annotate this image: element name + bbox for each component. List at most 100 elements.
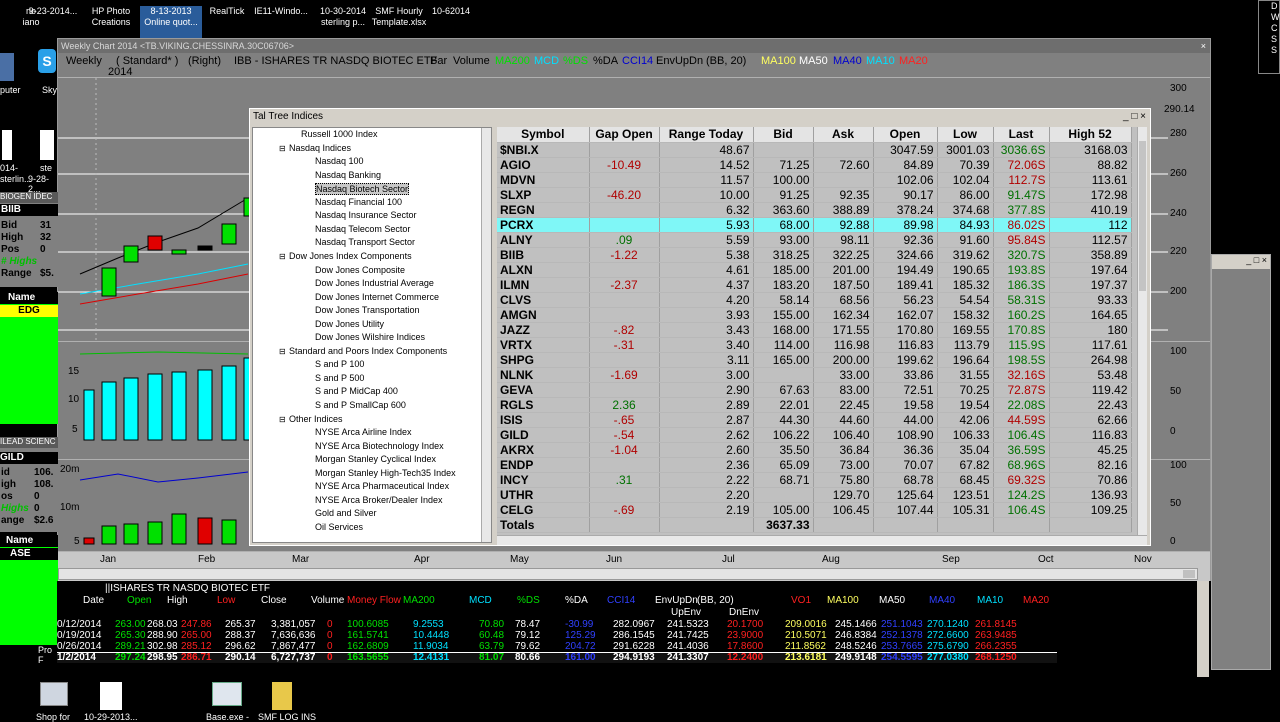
table-row[interactable]: UTHR 2.20 129.70 125.64 123.51 124.2S 136.93: [497, 487, 1132, 503]
desktop-icon-file[interactable]: 10-29-2013...: [84, 680, 140, 722]
table-row[interactable]: VRTX -.31 3.40 114.00 116.98 116.83 113.79 115.…: [497, 337, 1132, 353]
scan-row[interactable]: ASE: [0, 548, 58, 560]
tree-item[interactable]: NYSE Arca Pharmaceutical Index: [315, 481, 449, 491]
tree-item[interactable]: Dow Jones Composite: [315, 265, 405, 275]
background-window[interactable]: _ □ ×: [1211, 254, 1271, 670]
table-row[interactable]: MDVN 11.57 100.00 102.06 102.04 112.7S 113.61: [497, 172, 1132, 188]
table-row[interactable]: JAZZ -.82 3.43 168.00 171.55 170.80 169.55 170.…: [497, 322, 1132, 338]
tree-item[interactable]: Morgan Stanley Cyclical Index: [315, 454, 436, 464]
table-row[interactable]: CELG -.69 2.19 105.00 106.45 107.44 105.31 106.…: [497, 502, 1132, 518]
tree-expander-icon[interactable]: ⊟: [279, 415, 286, 424]
window-controls[interactable]: _ □ ×: [1212, 255, 1270, 269]
da-label[interactable]: %DA: [593, 55, 618, 67]
period-label[interactable]: Weekly: [66, 55, 102, 67]
table-row[interactable]: $NBI.X 48.67 3047.59 3001.03 3036.6S 3168.03: [497, 142, 1132, 158]
desktop-icon[interactable]: HP Photo Creations: [80, 6, 142, 40]
tree-item[interactable]: S and P 100: [315, 359, 364, 369]
table-row[interactable]: SLXP -46.20 10.00 91.25 92.35 90.17 86.00 91.47…: [497, 187, 1132, 203]
tree-item[interactable]: Morgan Stanley High-Tech35 Index: [315, 468, 456, 478]
scrollbar-thumb[interactable]: [1139, 141, 1146, 291]
table-row[interactable]: ALXN 4.61 185.00 201.00 194.49 190.65 193.8S 19…: [497, 262, 1132, 278]
table-row[interactable]: ILMN -2.37 4.37 183.20 187.50 189.41 185.32 186…: [497, 277, 1132, 293]
tree-item[interactable]: Nasdaq Banking: [315, 170, 381, 180]
desktop-icon[interactable]: 10-30-2014 sterling p...: [312, 6, 374, 40]
column-header[interactable]: Gap Open: [589, 127, 660, 143]
table-row[interactable]: GEVA 2.90 67.63 83.00 72.51 70.25 72.87S 119.42: [497, 382, 1132, 398]
tree-item[interactable]: Nasdaq 100: [315, 156, 364, 166]
scan-row[interactable]: EDG: [0, 305, 58, 317]
index-tree[interactable]: Russell 1000 Index Nasdaq Indices ⊟ Nasdaq …: [252, 127, 492, 543]
volume-label[interactable]: Volume: [453, 55, 490, 67]
document-icon[interactable]: [40, 130, 54, 160]
table-row[interactable]: BIIB -1.22 5.38 318.25 322.25 324.66 319.62 320…: [497, 247, 1132, 263]
ma40-label[interactable]: MA40: [833, 55, 862, 67]
tree-item[interactable]: S and P 500: [315, 373, 364, 383]
column-header[interactable]: Bid: [753, 127, 814, 143]
tree-item[interactable]: Nasdaq Telecom Sector: [315, 224, 410, 234]
table-row[interactable]: REGN 6.32 363.60 388.89 378.24 374.68 377.8S 41…: [497, 202, 1132, 218]
table-row[interactable]: PCRX 5.93 68.00 92.88 89.98 84.93 86.02S 112: [497, 217, 1132, 233]
table-row[interactable]: AKRX -1.04 2.60 35.50 36.84 36.36 35.04 36.59S 4…: [497, 442, 1132, 458]
table-row[interactable]: ALNY .09 5.59 93.00 98.11 92.36 91.60 95.84S 112…: [497, 232, 1132, 248]
side-label[interactable]: (Right): [188, 55, 221, 67]
window-controls[interactable]: _ □ ×: [1123, 109, 1146, 125]
computer-icon[interactable]: [0, 53, 14, 81]
table-row[interactable]: RGLS 2.36 2.89 22.01 22.45 19.58 19.54 22.08S 22…: [497, 397, 1132, 413]
tal-window-titlebar[interactable]: Tal Tree Indices _ □ ×: [250, 109, 1150, 125]
table-row[interactable]: NLNK -1.69 3.00 33.00 33.86 31.55 32.16S 53.48: [497, 367, 1132, 383]
column-header[interactable]: Range Today: [659, 127, 754, 143]
mcd-label[interactable]: MCD: [534, 55, 559, 67]
tree-item[interactable]: S and P MidCap 400: [315, 386, 398, 396]
table-row[interactable]: AMGN 3.93 155.00 162.34 162.07 158.32 160.2S 16…: [497, 307, 1132, 323]
desktop-icon-shop[interactable]: Shop for: [34, 680, 74, 722]
close-icon[interactable]: ×: [1201, 39, 1206, 53]
tree-item[interactable]: Other Indices: [289, 414, 343, 424]
table-row[interactable]: GILD -.54 2.62 106.22 106.40 108.90 106.33 106.…: [497, 427, 1132, 443]
tree-expander-icon[interactable]: ⊟: [279, 144, 286, 153]
tree-item[interactable]: Nasdaq Transport Sector: [315, 237, 415, 247]
symbol-label[interactable]: IBB - ISHARES TR NASDQ BIOTEC ETF: [234, 55, 437, 67]
biib-quote-panel[interactable]: BIOGEN IDEC BIIB Bid High Pos # Highs Ra…: [0, 192, 58, 287]
tree-scrollbar[interactable]: [481, 128, 491, 542]
bb-label[interactable]: (BB, 20): [706, 55, 746, 67]
table-row[interactable]: CLVS 4.20 58.14 68.56 56.23 54.54 58.31S 93.33: [497, 292, 1132, 308]
desktop-icon[interactable]: 10-62014: [420, 6, 482, 40]
chart-window-titlebar[interactable]: Weekly Chart 2014 <TB.VIKING.CHESSINRA.3…: [58, 39, 1210, 53]
bar-type-label[interactable]: Bar: [430, 55, 447, 67]
desktop-icon[interactable]: 9-23-2014...: [22, 6, 84, 40]
document-icon[interactable]: [2, 130, 12, 160]
tree-item[interactable]: Dow Jones Utility: [315, 319, 384, 329]
desktop-icon-folder[interactable]: SMF LOG INS: [258, 680, 316, 722]
envupdn-label[interactable]: EnvUpDn: [656, 55, 703, 67]
column-header[interactable]: Open: [873, 127, 938, 143]
ma200-label[interactable]: MA200: [495, 55, 530, 67]
gild-quote-panel[interactable]: ILEAD SCIENC GILD id igh os Highs ange 1…: [0, 437, 58, 532]
right-partial-window[interactable]: D W C S S: [1258, 0, 1280, 74]
tree-item[interactable]: Nasdaq Indices: [289, 143, 351, 153]
quote-grid[interactable]: Symbol Gap Open Range Today Bid Ask Open Low La…: [497, 127, 1137, 535]
tree-item[interactable]: Gold and Silver: [315, 508, 377, 518]
desktop-icon-base[interactable]: Base.exe -: [204, 680, 254, 722]
table-row[interactable]: AGIO -10.49 14.52 71.25 72.60 84.89 70.39 72.06…: [497, 157, 1132, 173]
tree-item[interactable]: S and P SmallCap 600: [315, 400, 406, 410]
table-row[interactable]: ENDP 2.36 65.09 73.00 70.07 67.82 68.96S 82.16: [497, 457, 1132, 473]
skype-icon[interactable]: S: [38, 49, 56, 73]
grid-hscrollbar[interactable]: [497, 535, 1147, 545]
tree-expander-icon[interactable]: ⊟: [279, 252, 286, 261]
desktop-icon[interactable]: RealTick: [196, 6, 258, 40]
data-window[interactable]: ||ISHARES TR NASDQ BIOTEC ETF Date Open Hig…: [57, 581, 1211, 679]
tree-item[interactable]: NYSE Arca Broker/Dealer Index: [315, 495, 443, 505]
column-header[interactable]: Ask: [813, 127, 874, 143]
cci-label[interactable]: CCI14: [622, 55, 653, 67]
column-header[interactable]: Last: [993, 127, 1050, 143]
tree-item[interactable]: Nasdaq Biotech Sector: [315, 183, 410, 196]
tree-item[interactable]: NYSE Arca Airline Index: [315, 427, 412, 437]
table-row[interactable]: ISIS -.65 2.87 44.30 44.60 44.00 42.06 44.59S 62…: [497, 412, 1132, 428]
tree-item[interactable]: Standard and Poors Index Components: [289, 346, 447, 356]
tree-expander-icon[interactable]: ⊟: [279, 347, 286, 356]
ma20-label[interactable]: MA20: [899, 55, 928, 67]
desktop-icon[interactable]: 8-13-2013 Online quot...: [140, 6, 202, 40]
column-header[interactable]: Symbol: [497, 127, 590, 143]
table-row[interactable]: SHPG 3.11 165.00 200.00 199.62 196.64 198.5S 26…: [497, 352, 1132, 368]
table-row[interactable]: Totals 3637.33: [497, 517, 1132, 533]
